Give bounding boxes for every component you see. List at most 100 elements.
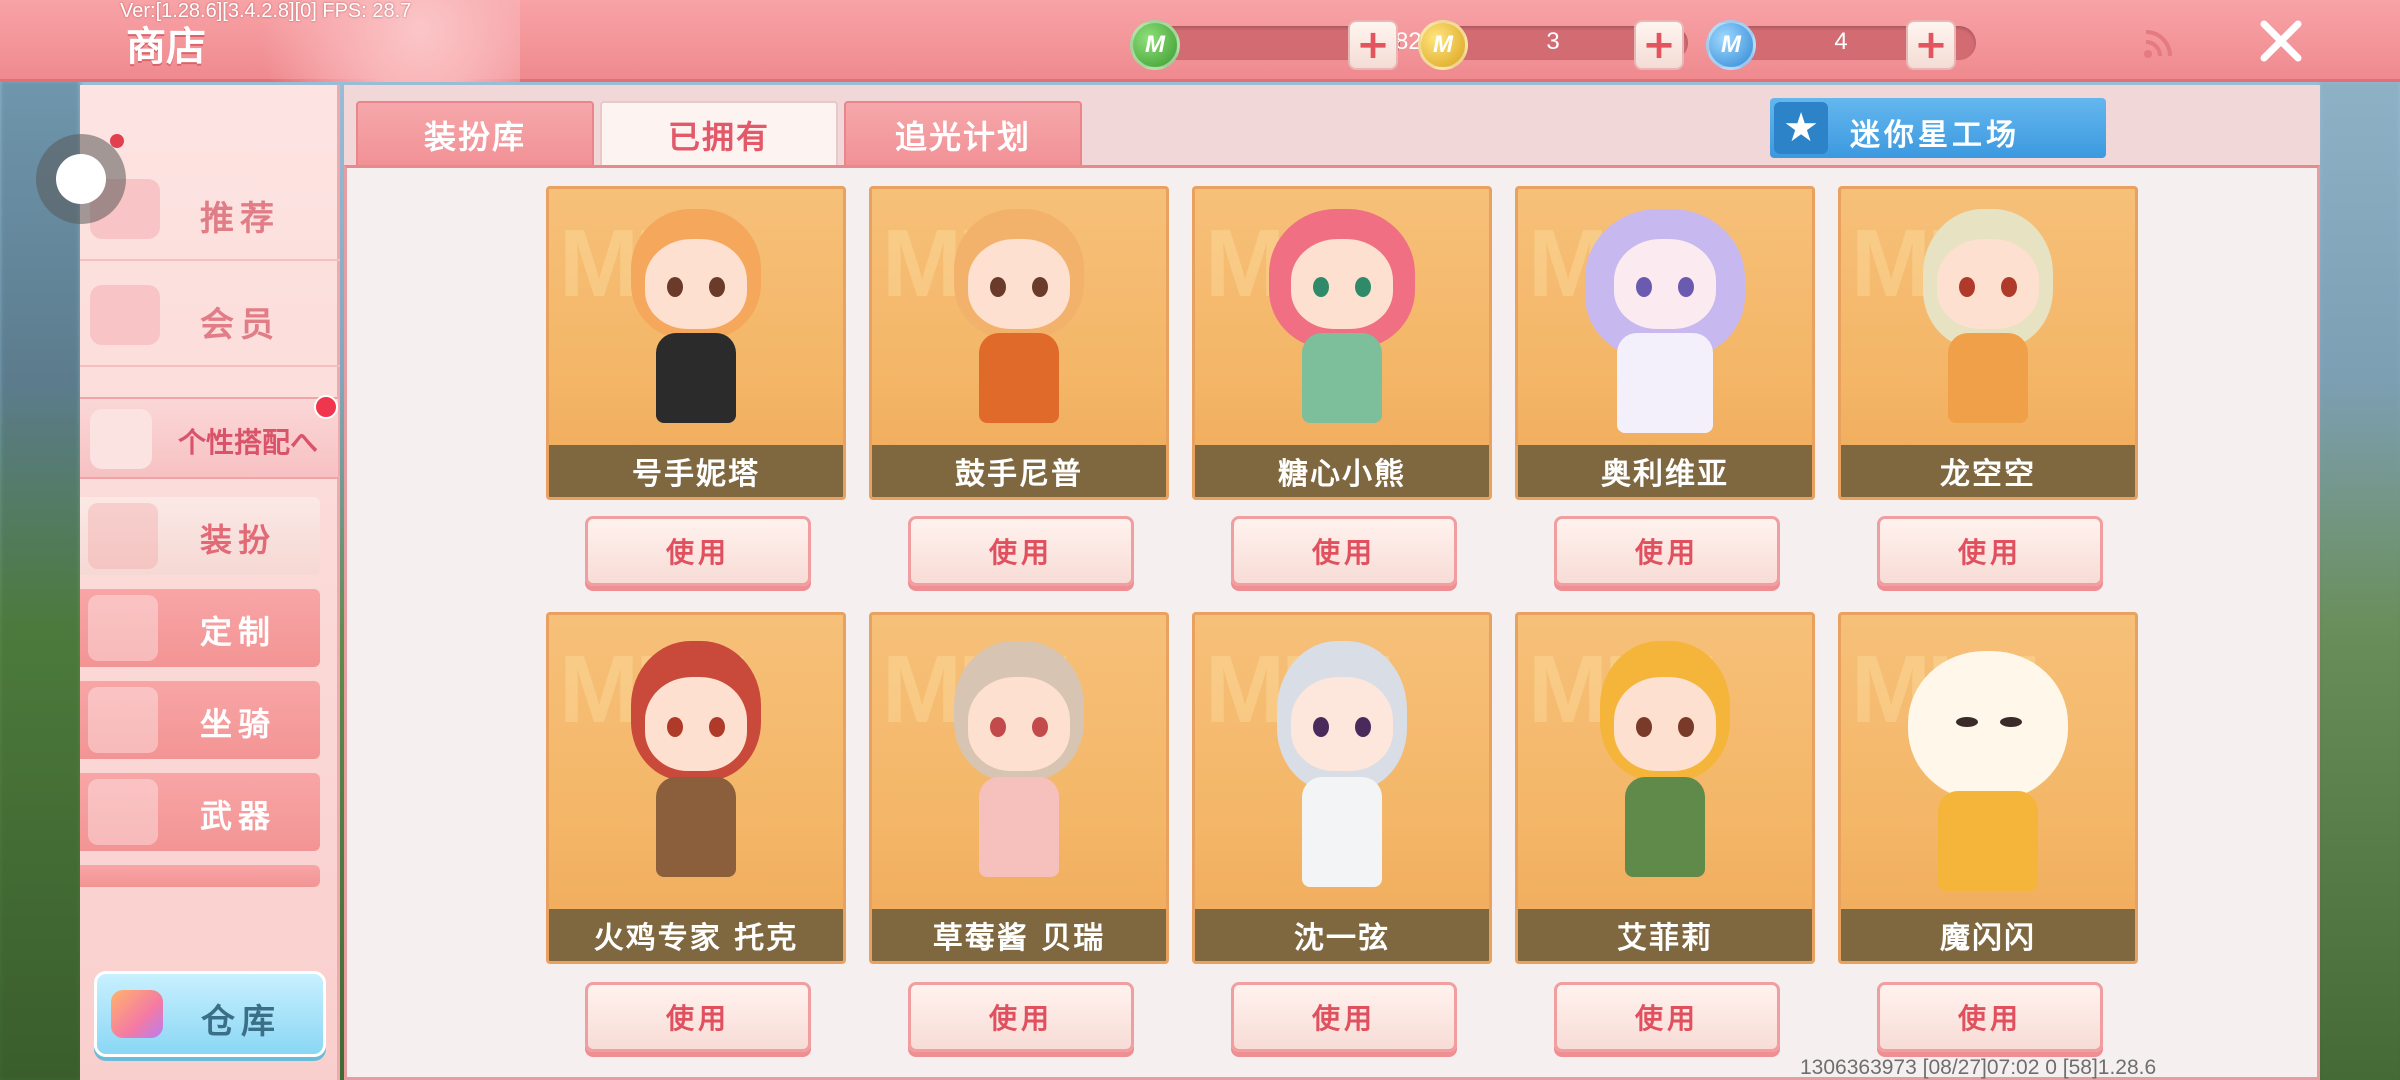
sidebar-subitem-custom[interactable]: 定制: [80, 589, 320, 667]
background-world-left: [0, 80, 80, 1080]
character-figure: [1257, 209, 1427, 459]
tab-light-plan[interactable]: 追光计划: [844, 101, 1082, 167]
joystick-knob[interactable]: [56, 154, 106, 204]
sidebar-item-label: 定制: [200, 613, 277, 651]
sidebar-item-member[interactable]: 会员: [80, 267, 340, 367]
member-icon: [90, 285, 160, 345]
character-face: [1291, 677, 1393, 771]
floating-joystick[interactable]: [36, 134, 126, 224]
character-eye: [1355, 717, 1371, 737]
character-face: [645, 677, 747, 771]
sidebar-item-label: 会员: [200, 305, 280, 345]
sidebar-subitem-weapon[interactable]: 武器: [80, 773, 320, 851]
character-body: [1948, 333, 2028, 423]
use-button[interactable]: 使用: [908, 982, 1134, 1052]
sidebar-item-label: 装扮: [200, 521, 277, 559]
background-world-right: [2320, 80, 2400, 1080]
character-figure: [611, 209, 781, 459]
shirt-icon: [88, 503, 158, 569]
currency-value: 4: [1834, 28, 1848, 55]
character-figure: [1565, 209, 1765, 459]
character-eye: [1313, 717, 1329, 737]
custom-pencil-icon: [88, 595, 158, 661]
debug-footer-text: 1306363973 [08/27]07:02 0 [58]1.28.6: [1800, 1056, 2157, 1079]
add-gem-button[interactable]: +: [1348, 20, 1398, 70]
notification-dot: [314, 395, 338, 419]
use-button[interactable]: 使用: [1231, 982, 1457, 1052]
character-eye: [667, 277, 683, 297]
use-button[interactable]: 使用: [908, 516, 1134, 586]
top-bar: Ver:[1.28.6][3.4.2.8][0] FPS: 28.7 商店 M …: [0, 0, 2400, 82]
costume-card[interactable]: MINI 号手妮塔: [546, 186, 846, 500]
use-button[interactable]: 使用: [1877, 516, 2103, 586]
character-eye: [2001, 277, 2017, 297]
page-title: 商店: [126, 24, 206, 70]
character-body: [1938, 791, 2038, 891]
outfit-mix-icon: [90, 409, 152, 469]
character-figure: [611, 641, 781, 921]
currency-value: 3: [1546, 28, 1560, 55]
character-body: [656, 777, 736, 877]
costume-card[interactable]: MINI 火鸡专家 托克: [546, 612, 846, 964]
star-icon: ★: [1774, 102, 1828, 154]
character-face: [1291, 239, 1393, 329]
warehouse-button[interactable]: 仓库: [94, 971, 326, 1057]
sidebar-item-label: 坐骑: [200, 705, 277, 743]
character-eye: [1636, 717, 1652, 737]
tab-costume-library[interactable]: 装扮库: [356, 101, 594, 167]
use-button[interactable]: 使用: [1554, 982, 1780, 1052]
mini-star-workshop-button[interactable]: ★ 迷你星工场: [1770, 98, 2106, 158]
use-button[interactable]: 使用: [585, 982, 811, 1052]
joystick-indicator: [110, 134, 124, 148]
gun-icon: [88, 779, 158, 845]
costume-card[interactable]: MINI 沈一弦: [1192, 612, 1492, 964]
warehouse-icon: [111, 990, 163, 1038]
character-body: [979, 333, 1059, 423]
character-eye: [1959, 277, 1975, 297]
costume-card[interactable]: MINI 糖心小熊: [1192, 186, 1492, 500]
add-blue-coin-button[interactable]: +: [1906, 20, 1956, 70]
add-gold-button[interactable]: +: [1634, 20, 1684, 70]
sidebar-subitem-mount[interactable]: 坐骑: [80, 681, 320, 759]
sidebar-item-outfit-mix[interactable]: 个性搭配へ: [80, 395, 338, 479]
character-eye: [709, 277, 725, 297]
use-button[interactable]: 使用: [1877, 982, 2103, 1052]
owned-items-panel: MINI 号手妮塔 MINI 鼓手尼普 MINI 糖心小熊: [344, 165, 2320, 1080]
workshop-label: 迷你星工场: [1850, 118, 2020, 153]
use-button[interactable]: 使用: [1231, 516, 1457, 586]
warehouse-label: 仓库: [201, 1002, 281, 1042]
costume-card[interactable]: MINI 龙空空: [1838, 186, 2138, 500]
character-head: [1908, 651, 2068, 801]
costume-name: 龙空空: [1841, 445, 2135, 497]
costume-card[interactable]: MINI 奥利维亚: [1515, 186, 1815, 500]
character-body: [656, 333, 736, 423]
green-gem-icon: M: [1130, 20, 1180, 70]
currency-gem: M 1482 +: [1130, 20, 1450, 70]
character-body: [1625, 777, 1705, 877]
costume-name: 糖心小熊: [1195, 445, 1489, 497]
tab-owned[interactable]: 已拥有: [600, 101, 838, 167]
use-button[interactable]: 使用: [1554, 516, 1780, 586]
character-eye: [990, 277, 1006, 297]
character-figure: [934, 641, 1104, 921]
character-figure: [1257, 641, 1427, 921]
character-face: [645, 239, 747, 329]
sidebar-subitem-costume[interactable]: 装扮: [80, 497, 320, 575]
gold-coin-icon: M: [1418, 20, 1468, 70]
character-body: [1617, 333, 1713, 433]
character-eye: [1313, 277, 1329, 297]
signal-icon: [2144, 30, 2172, 58]
close-icon[interactable]: [2254, 14, 2308, 68]
character-eye: [1956, 717, 1978, 727]
costume-card[interactable]: MINI 魔闪闪: [1838, 612, 2138, 964]
costume-card[interactable]: MINI 草莓酱 贝瑞: [869, 612, 1169, 964]
costume-card[interactable]: MINI 艾菲莉: [1515, 612, 1815, 964]
costume-name: 鼓手尼普: [872, 445, 1166, 497]
costume-card[interactable]: MINI 鼓手尼普: [869, 186, 1169, 500]
use-button[interactable]: 使用: [585, 516, 811, 586]
character-eye: [667, 717, 683, 737]
character-body: [1302, 777, 1382, 887]
character-eye: [1678, 717, 1694, 737]
currency-blue: M 4 +: [1706, 20, 2026, 70]
costume-name: 魔闪闪: [1841, 909, 2135, 961]
